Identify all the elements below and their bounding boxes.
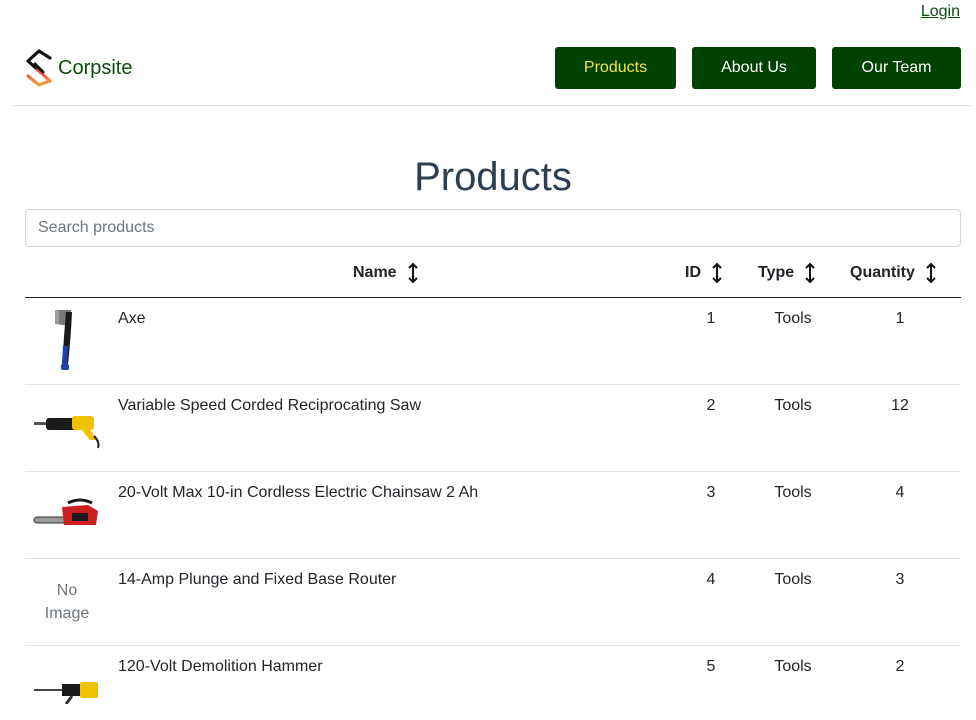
product-quantity: 2	[895, 658, 905, 675]
main-nav: Products About Us Our Team	[555, 47, 961, 89]
axe-icon	[55, 310, 72, 370]
product-name[interactable]: 20-Volt Max 10-in Cordless Electric Chai…	[118, 484, 478, 502]
column-header-quantity-label: Quantity	[850, 264, 915, 281]
product-image-placeholder: No Image	[31, 567, 103, 637]
product-type: Tools	[774, 658, 812, 675]
product-id: 5	[706, 658, 716, 675]
table-row[interactable]: Axe 1 Tools 1	[25, 298, 961, 385]
product-image	[31, 306, 103, 376]
column-header-type-label: Type	[758, 264, 795, 281]
demolition-hammer-icon	[34, 682, 98, 704]
product-quantity: 12	[891, 397, 909, 414]
corpsite-logo-icon	[26, 49, 52, 87]
product-image	[31, 393, 103, 463]
no-image-placeholder: No Image	[44, 582, 90, 622]
product-id: 1	[706, 310, 716, 327]
column-header-id-label: ID	[685, 264, 701, 281]
reciprocating-saw-icon	[34, 416, 100, 449]
product-image	[31, 480, 103, 550]
product-id: 3	[706, 484, 716, 501]
product-image	[31, 654, 103, 720]
product-id: 4	[706, 571, 716, 588]
nav-our-team-button[interactable]: Our Team	[832, 47, 961, 89]
column-header-id[interactable]: ID	[685, 262, 724, 284]
nav-about-us-button[interactable]: About Us	[692, 47, 816, 89]
products-table: Name ID Type Quantity Axe 1 Tools 1 Vari…	[25, 252, 961, 720]
chainsaw-icon	[33, 498, 98, 525]
brand-home-link[interactable]: Corpsite	[24, 48, 132, 88]
sort-icon[interactable]	[710, 262, 724, 284]
column-header-type[interactable]: Type	[758, 262, 817, 284]
sort-icon[interactable]	[406, 262, 420, 284]
product-id: 2	[706, 397, 716, 414]
column-header-name[interactable]: Name	[353, 262, 420, 284]
product-type: Tools	[774, 484, 812, 501]
product-name[interactable]: Axe	[118, 310, 146, 328]
product-quantity: 4	[895, 484, 905, 501]
product-type: Tools	[774, 571, 812, 588]
product-name[interactable]: 120-Volt Demolition Hammer	[118, 658, 323, 676]
sort-icon[interactable]	[924, 262, 938, 284]
table-row[interactable]: No Image 14-Amp Plunge and Fixed Base Ro…	[25, 559, 961, 646]
product-name[interactable]: Variable Speed Corded Reciprocating Saw	[118, 397, 421, 415]
product-quantity: 1	[895, 310, 905, 327]
table-row[interactable]: 20-Volt Max 10-in Cordless Electric Chai…	[25, 472, 961, 559]
column-header-name-label: Name	[353, 264, 397, 281]
nav-products-button[interactable]: Products	[555, 47, 676, 89]
sort-icon[interactable]	[803, 262, 817, 284]
brand-name: Corpsite	[58, 56, 133, 79]
site-header: Corpsite Products About Us Our Team	[12, 38, 972, 106]
product-quantity: 3	[895, 571, 905, 588]
product-type: Tools	[774, 397, 812, 414]
table-header: Name ID Type Quantity	[25, 252, 961, 298]
product-type: Tools	[774, 310, 812, 327]
table-row[interactable]: 120-Volt Demolition Hammer 5 Tools 2	[25, 646, 961, 720]
login-link[interactable]: Login	[921, 3, 960, 21]
product-name[interactable]: 14-Amp Plunge and Fixed Base Router	[118, 571, 396, 589]
search-products-input[interactable]	[25, 209, 961, 247]
column-header-quantity[interactable]: Quantity	[850, 262, 938, 284]
page-title: Products	[414, 155, 572, 199]
table-row[interactable]: Variable Speed Corded Reciprocating Saw …	[25, 385, 961, 472]
